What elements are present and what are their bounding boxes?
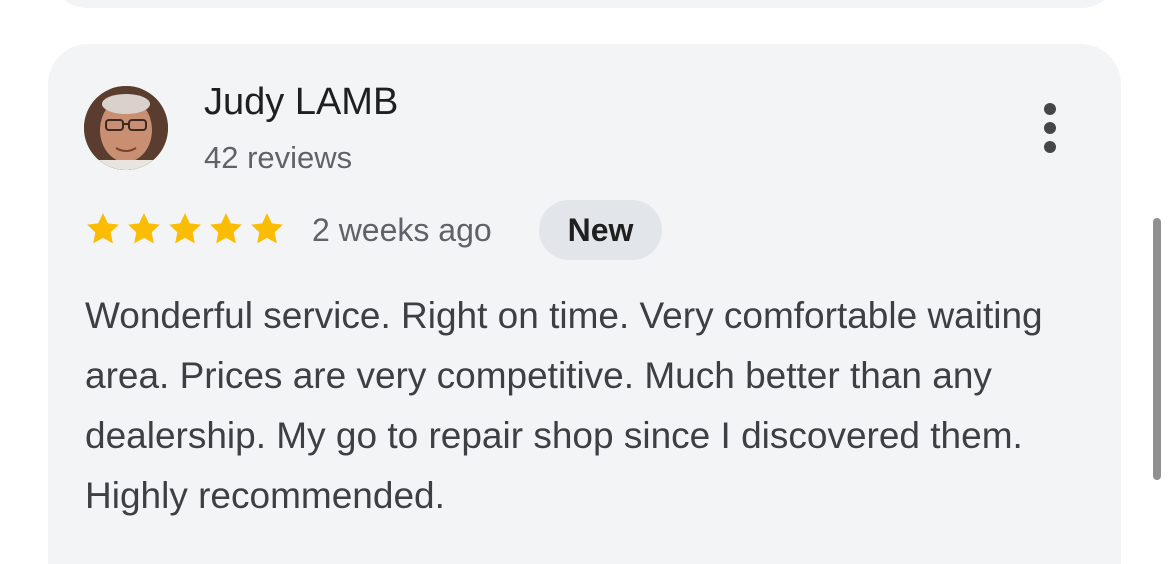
star-rating [83, 209, 287, 249]
review-text: Wonderful service. Right on time. Very c… [85, 295, 1043, 516]
more-vert-icon-dot [1044, 122, 1056, 134]
scrollbar[interactable] [1153, 218, 1161, 480]
review-count: 42 reviews [204, 140, 353, 175]
star-icon [87, 213, 119, 244]
more-vert-icon [1044, 103, 1056, 115]
review-time: 2 weeks ago [312, 212, 492, 248]
star-icon [251, 213, 283, 244]
reviewer-name[interactable]: Judy LAMB [204, 80, 398, 124]
new-badge: New [539, 200, 662, 260]
previous-review-card [48, 0, 1121, 8]
star-icon [169, 213, 201, 244]
more-options-button[interactable] [1030, 100, 1070, 156]
star-icon [128, 213, 160, 244]
more-vert-icon-dot [1044, 141, 1056, 153]
star-icon [210, 213, 242, 244]
avatar[interactable] [84, 86, 168, 170]
